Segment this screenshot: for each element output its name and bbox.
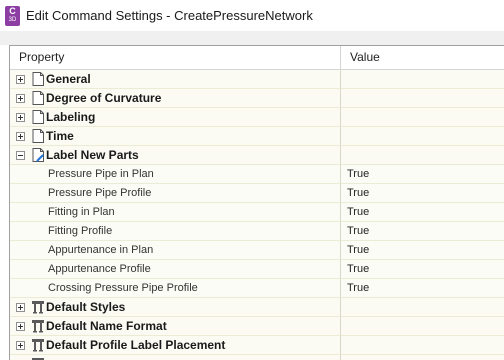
group-row-default-profile-label-placement[interactable]: Default Profile Label Placement xyxy=(10,336,504,355)
group-value-cell xyxy=(341,127,504,146)
table-icon xyxy=(32,301,44,314)
property-value[interactable]: True xyxy=(341,222,504,241)
group-row-partial[interactable] xyxy=(10,355,504,360)
table-icon xyxy=(32,339,44,352)
group-value-cell xyxy=(341,89,504,108)
property-row[interactable]: Crossing Pressure Pipe Profile True xyxy=(10,279,504,298)
property-row[interactable]: Pressure Pipe Profile True xyxy=(10,184,504,203)
value-column-header[interactable]: Value xyxy=(341,46,504,69)
property-name: Appurtenance Profile xyxy=(48,263,151,275)
page-icon xyxy=(32,129,44,143)
title-bar: C 3D Edit Command Settings - CreatePress… xyxy=(0,0,504,31)
collapse-minus-icon[interactable] xyxy=(16,151,25,160)
property-name: Pressure Pipe Profile xyxy=(48,187,152,199)
property-row[interactable]: Appurtenance in Plan True xyxy=(10,241,504,260)
group-value-cell xyxy=(341,298,504,317)
property-row[interactable]: Pressure Pipe in Plan True xyxy=(10,165,504,184)
group-label: Label New Parts xyxy=(46,148,139,162)
group-label: Time xyxy=(46,129,74,143)
group-label: General xyxy=(46,72,91,86)
group-value-cell xyxy=(341,317,504,336)
property-value[interactable]: True xyxy=(341,165,504,184)
group-row-default-name-format[interactable]: Default Name Format xyxy=(10,317,504,336)
group-value-cell xyxy=(341,336,504,355)
property-value[interactable]: True xyxy=(341,184,504,203)
property-value[interactable]: True xyxy=(341,279,504,298)
group-label: Default Styles xyxy=(46,300,126,314)
property-name: Crossing Pressure Pipe Profile xyxy=(48,282,198,294)
group-row-default-styles[interactable]: Default Styles xyxy=(10,298,504,317)
group-label: Default Name Format xyxy=(46,319,167,333)
grid-header: Property Value xyxy=(10,46,504,70)
property-value[interactable]: True xyxy=(341,241,504,260)
expand-plus-icon[interactable] xyxy=(16,113,25,122)
app-icon-sub: 3D xyxy=(8,17,17,23)
property-row[interactable]: Fitting in Plan True xyxy=(10,203,504,222)
property-name: Appurtenance in Plan xyxy=(48,244,154,256)
table-icon xyxy=(32,320,44,333)
group-row-labeling[interactable]: Labeling xyxy=(10,108,504,127)
app-icon-letter: C xyxy=(9,6,16,16)
group-row-general[interactable]: General xyxy=(10,70,504,89)
property-row[interactable]: Fitting Profile True xyxy=(10,222,504,241)
group-row-time[interactable]: Time xyxy=(10,127,504,146)
expand-plus-icon[interactable] xyxy=(16,322,25,331)
property-value[interactable]: True xyxy=(341,260,504,279)
expand-plus-icon[interactable] xyxy=(16,341,25,350)
expand-plus-icon[interactable] xyxy=(16,94,25,103)
table-icon xyxy=(32,358,44,360)
expand-plus-icon[interactable] xyxy=(16,75,25,84)
group-row-label-new-parts[interactable]: Label New Parts xyxy=(10,146,504,165)
page-icon xyxy=(32,110,44,124)
page-icon xyxy=(32,91,44,105)
property-name: Pressure Pipe in Plan xyxy=(48,168,154,180)
property-name: Fitting in Plan xyxy=(48,206,115,218)
page-edit-icon xyxy=(32,148,44,162)
dialog-band xyxy=(0,31,504,45)
group-label: Labeling xyxy=(46,110,96,124)
group-label: Default Profile Label Placement xyxy=(46,338,226,352)
window-title: Edit Command Settings - CreatePressureNe… xyxy=(26,8,313,23)
group-row-degree-of-curvature[interactable]: Degree of Curvature xyxy=(10,89,504,108)
property-row[interactable]: Appurtenance Profile True xyxy=(10,260,504,279)
group-value-cell xyxy=(341,108,504,127)
page-icon xyxy=(32,72,44,86)
group-value-cell xyxy=(341,146,504,165)
expand-plus-icon[interactable] xyxy=(16,303,25,312)
property-name: Fitting Profile xyxy=(48,225,113,237)
property-value[interactable]: True xyxy=(341,203,504,222)
group-value-cell xyxy=(341,70,504,89)
group-value-cell xyxy=(341,355,504,360)
property-column-header[interactable]: Property xyxy=(10,46,341,69)
expand-plus-icon[interactable] xyxy=(16,132,25,141)
property-grid[interactable]: Property Value General Degree of Curvatu… xyxy=(9,45,504,360)
group-label: Degree of Curvature xyxy=(46,91,162,105)
civil3d-app-icon[interactable]: C 3D xyxy=(5,6,20,26)
